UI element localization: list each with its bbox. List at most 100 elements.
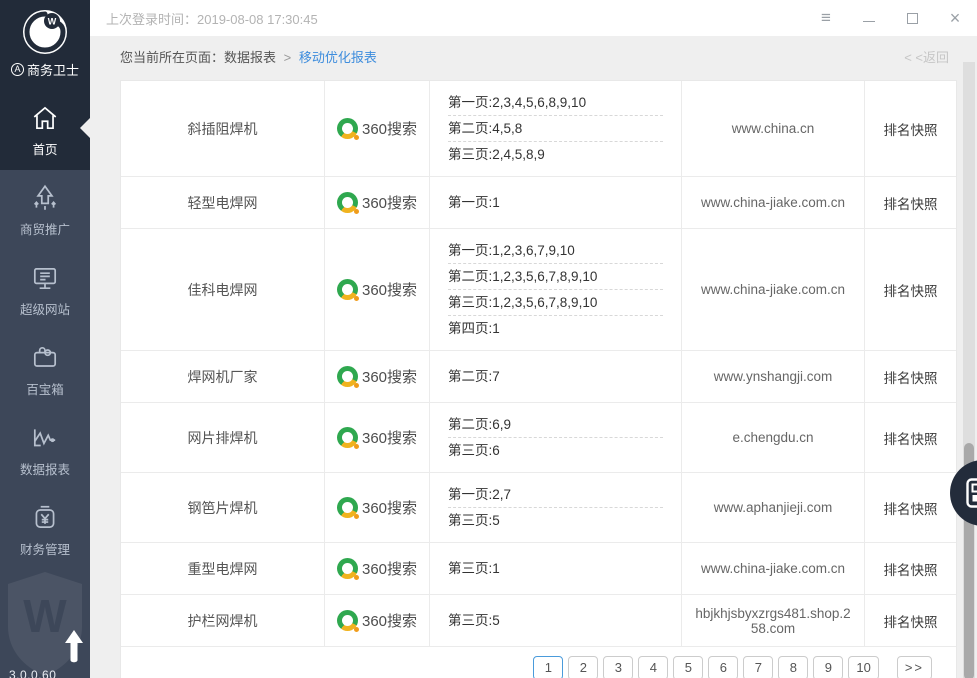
page-rank-line: 第三页:1 bbox=[448, 556, 663, 581]
snapshot-link[interactable]: 排名快照 bbox=[865, 351, 956, 402]
app-badge-icon: A bbox=[11, 63, 24, 76]
page-rank-line: 第一页:1 bbox=[448, 190, 663, 215]
url-cell: www.china-jiake.com.cn bbox=[682, 543, 865, 594]
sidebar-item-super-website[interactable]: 超级网站 bbox=[0, 250, 90, 330]
window-controls: ≡ × bbox=[818, 10, 977, 26]
page-rank-line: 第一页:1,2,3,6,7,9,10 bbox=[448, 238, 663, 264]
pages-cell: 第三页:5 bbox=[430, 595, 682, 646]
search-engine-360-icon bbox=[337, 558, 358, 579]
table-row: 护栏网焊机 360搜索 第三页:5 hbjkhjsbyxzrgs481.shop… bbox=[121, 595, 956, 647]
search-engine-360-icon bbox=[337, 497, 358, 518]
engine-label: 360搜索 bbox=[362, 366, 417, 387]
close-icon[interactable]: × bbox=[947, 10, 963, 26]
app-logo-icon: W bbox=[21, 8, 69, 56]
keyword-cell: 钢笆片焊机 bbox=[121, 473, 325, 542]
sidebar-item-label: 超级网站 bbox=[20, 299, 70, 318]
page-button-8[interactable]: 8 bbox=[778, 656, 808, 678]
sidebar: W A 商务卫士 首页 商贸推广 超级网站 bbox=[0, 0, 90, 678]
search-engine-360-icon bbox=[337, 427, 358, 448]
engine-label: 360搜索 bbox=[362, 279, 417, 300]
minimize-icon[interactable] bbox=[861, 10, 877, 26]
pages-cell: 第一页:2,7第三页:5 bbox=[430, 473, 682, 542]
active-item-pointer bbox=[80, 118, 90, 138]
qr-code-icon bbox=[966, 478, 977, 508]
page-rank-line: 第二页:7 bbox=[448, 364, 663, 389]
url-cell: www.china.cn bbox=[682, 81, 865, 176]
update-arrow-icon[interactable] bbox=[64, 630, 84, 664]
svg-text:W: W bbox=[48, 17, 57, 27]
pages-cell: 第一页:2,3,4,5,6,8,9,10第二页:4,5,8第三页:2,4,5,8… bbox=[430, 81, 682, 176]
sidebar-item-promotion[interactable]: 商贸推广 bbox=[0, 170, 90, 250]
engine-label: 360搜索 bbox=[362, 497, 417, 518]
keyword-cell: 佳科电焊网 bbox=[121, 229, 325, 350]
page-button-2[interactable]: 2 bbox=[568, 656, 598, 678]
next-pages-button[interactable]: >> bbox=[897, 656, 932, 678]
snapshot-link[interactable]: 排名快照 bbox=[865, 177, 956, 228]
report-chart-icon bbox=[30, 423, 60, 453]
table-row: 佳科电焊网 360搜索 第一页:1,2,3,6,7,9,10第二页:1,2,3,… bbox=[121, 229, 956, 351]
monitor-icon bbox=[30, 263, 60, 293]
page-button-9[interactable]: 9 bbox=[813, 656, 843, 678]
sidebar-item-label: 首页 bbox=[32, 139, 57, 158]
page-button-1[interactable]: 1 bbox=[533, 656, 563, 678]
url-cell: www.aphanjieji.com bbox=[682, 473, 865, 542]
engine-cell: 360搜索 bbox=[325, 81, 430, 176]
snapshot-link[interactable]: 排名快照 bbox=[865, 81, 956, 176]
sidebar-item-toolbox[interactable]: 百宝箱 bbox=[0, 330, 90, 410]
scrollbar-track[interactable] bbox=[963, 62, 975, 678]
maximize-icon[interactable] bbox=[904, 10, 920, 26]
engine-cell: 360搜索 bbox=[325, 403, 430, 472]
home-icon bbox=[30, 103, 60, 133]
menu-icon[interactable]: ≡ bbox=[818, 10, 834, 26]
url-cell: www.china-jiake.com.cn bbox=[682, 177, 865, 228]
sidebar-item-finance[interactable]: 财务管理 bbox=[0, 490, 90, 570]
pagination: 12345678910 >> bbox=[121, 647, 956, 678]
page-button-4[interactable]: 4 bbox=[638, 656, 668, 678]
page-rank-line: 第三页:2,4,5,8,9 bbox=[448, 142, 663, 167]
url-cell: www.ynshangji.com bbox=[682, 351, 865, 402]
last-login-label: 上次登录时间：2019-08-08 17:30:45 bbox=[106, 9, 318, 28]
page-rank-line: 第一页:2,3,4,5,6,8,9,10 bbox=[448, 90, 663, 116]
snapshot-link[interactable]: 排名快照 bbox=[865, 473, 956, 542]
sidebar-item-label: 财务管理 bbox=[20, 539, 70, 558]
toolbox-icon bbox=[30, 343, 60, 373]
page-button-10[interactable]: 10 bbox=[848, 656, 878, 678]
snapshot-link[interactable]: 排名快照 bbox=[865, 595, 956, 646]
engine-label: 360搜索 bbox=[362, 610, 417, 631]
table-row: 斜插阻焊机 360搜索 第一页:2,3,4,5,6,8,9,10第二页:4,5,… bbox=[121, 81, 956, 177]
url-cell: hbjkhjsbyxzrgs481.shop.258.com bbox=[682, 595, 865, 646]
sidebar-item-data-reports[interactable]: 数据报表 bbox=[0, 410, 90, 490]
table-row: 轻型电焊网 360搜索 第一页:1 www.china-jiake.com.cn… bbox=[121, 177, 956, 229]
content-area: 您当前所在页面：数据报表 > 移动优化报表 < <返回 斜插阻焊机 360搜索 … bbox=[90, 36, 977, 678]
snapshot-link[interactable]: 排名快照 bbox=[865, 403, 956, 472]
snapshot-link[interactable]: 排名快照 bbox=[865, 543, 956, 594]
back-link[interactable]: < <返回 bbox=[904, 47, 949, 66]
page-rank-line: 第二页:6,9 bbox=[448, 412, 663, 438]
page-rank-line: 第四页:1 bbox=[448, 316, 663, 341]
page-rank-line: 第一页:2,7 bbox=[448, 482, 663, 508]
sidebar-item-label: 商贸推广 bbox=[20, 219, 70, 238]
app-logo-block: W A 商务卫士 bbox=[0, 0, 90, 90]
engine-label: 360搜索 bbox=[362, 558, 417, 579]
page-rank-line: 第二页:1,2,3,5,6,7,8,9,10 bbox=[448, 264, 663, 290]
snapshot-link[interactable]: 排名快照 bbox=[865, 229, 956, 350]
breadcrumb-separator: > bbox=[284, 50, 292, 65]
pages-cell: 第二页:7 bbox=[430, 351, 682, 402]
sidebar-item-home[interactable]: 首页 bbox=[0, 90, 90, 170]
version-label: 3.0.0.60 bbox=[9, 668, 56, 678]
page-rank-line: 第三页:5 bbox=[448, 508, 663, 533]
keyword-cell: 护栏网焊机 bbox=[121, 595, 325, 646]
page-button-6[interactable]: 6 bbox=[708, 656, 738, 678]
page-button-3[interactable]: 3 bbox=[603, 656, 633, 678]
promotion-arrows-icon bbox=[30, 183, 60, 213]
page-rank-line: 第二页:4,5,8 bbox=[448, 116, 663, 142]
page-rank-line: 第三页:5 bbox=[448, 608, 663, 633]
keyword-cell: 网片排焊机 bbox=[121, 403, 325, 472]
page-button-7[interactable]: 7 bbox=[743, 656, 773, 678]
keyword-cell: 斜插阻焊机 bbox=[121, 81, 325, 176]
page-button-5[interactable]: 5 bbox=[673, 656, 703, 678]
keyword-cell: 轻型电焊网 bbox=[121, 177, 325, 228]
breadcrumb-current-link[interactable]: 移动优化报表 bbox=[299, 50, 377, 65]
search-engine-360-icon bbox=[337, 366, 358, 387]
table-row: 网片排焊机 360搜索 第二页:6,9第三页:6 e.chengdu.cn 排名… bbox=[121, 403, 956, 473]
